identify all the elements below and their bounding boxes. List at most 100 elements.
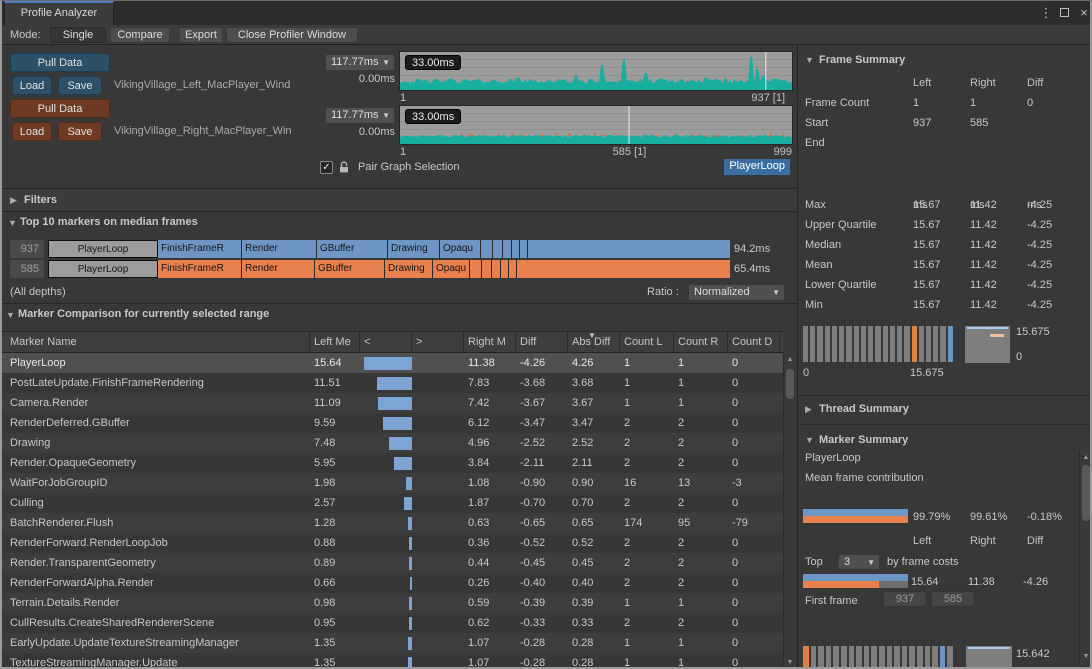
marker-segment[interactable] <box>493 240 503 258</box>
load-left-button[interactable]: Load <box>12 76 52 95</box>
marker-segment[interactable]: Render <box>242 240 317 258</box>
marker-segment[interactable]: FinishFrameR <box>158 240 242 258</box>
table-row[interactable]: RenderForward.RenderLoopJob 0.88 0.36 -0… <box>2 533 783 553</box>
first-frame-right-button[interactable]: 585 <box>931 591 975 607</box>
col-diff[interactable]: Diff <box>516 332 568 352</box>
marker-segment[interactable] <box>481 240 493 258</box>
left-median-value: 15.64 <box>310 353 360 373</box>
marker-segment[interactable] <box>520 240 528 258</box>
frame-number-right: 585 <box>10 260 44 278</box>
table-row[interactable]: Camera.Render 11.09 7.42 -3.67 3.67 1 1 … <box>2 393 783 413</box>
first-frame-left-button[interactable]: 937 <box>883 591 927 607</box>
mode-single-button[interactable]: Single <box>50 27 106 43</box>
load-right-button[interactable]: Load <box>12 122 52 141</box>
mode-compare-button[interactable]: Compare <box>110 27 170 43</box>
table-row[interactable]: BatchRenderer.Flush 1.28 0.63 -0.65 0.65… <box>2 513 783 533</box>
foldout-expanded-icon[interactable]: ▼ <box>6 310 15 320</box>
col-right-bar[interactable]: > <box>412 332 464 352</box>
marker-segment[interactable]: Opaqu <box>440 240 481 258</box>
table-row[interactable]: RenderDeferred.GBuffer 9.59 6.12 -3.47 3… <box>2 413 783 433</box>
table-row[interactable]: PlayerLoop 15.64 11.38 -4.26 4.26 1 1 0 <box>2 353 783 373</box>
marker-segment[interactable]: PlayerLoop <box>48 240 158 258</box>
top-n-dropdown[interactable]: 3▼ <box>838 554 880 570</box>
scrollbar-thumb[interactable] <box>786 369 794 399</box>
export-button[interactable]: Export <box>179 27 223 43</box>
maximize-icon[interactable] <box>1056 5 1072 21</box>
col-left-bar[interactable]: < <box>360 332 412 352</box>
left-median-value: 0.88 <box>310 533 360 553</box>
table-row[interactable]: Drawing 7.48 4.96 -2.52 2.52 2 2 0 <box>2 433 783 453</box>
frame-summary-col-headers: Left Right Diff <box>798 73 1092 93</box>
marker-summary-header[interactable]: ▼ Marker Summary <box>798 429 1092 451</box>
col-left-median[interactable]: Left Me <box>310 332 360 352</box>
tab-profile-analyzer[interactable]: Profile Analyzer <box>4 1 114 25</box>
marker-segment[interactable] <box>509 260 517 278</box>
table-row[interactable]: Culling 2.57 1.87 -0.70 0.70 2 2 0 <box>2 493 783 513</box>
marker-segment[interactable] <box>503 240 512 258</box>
left-frame-graph[interactable]: 33.00ms <box>399 51 793 91</box>
table-row[interactable]: PostLateUpdate.FinishFrameRendering 11.5… <box>2 373 783 393</box>
pair-graph-selection-checkbox[interactable]: ✓ <box>320 161 333 174</box>
marker-segment[interactable]: GBuffer <box>315 260 385 278</box>
left-median-bar <box>394 457 412 470</box>
thread-summary-header[interactable]: ▶ Thread Summary <box>798 395 1092 425</box>
marker-segment[interactable] <box>512 240 520 258</box>
foldout-expanded-icon[interactable]: ▼ <box>8 218 17 228</box>
close-icon[interactable]: × <box>1076 5 1092 21</box>
scrollbar-thumb[interactable] <box>1082 465 1090 521</box>
table-row[interactable]: Terrain.Details.Render 0.98 0.59 -0.39 0… <box>2 593 783 613</box>
left-median-value: 1.28 <box>310 513 360 533</box>
pull-data-left-button[interactable]: Pull Data <box>10 53 110 72</box>
filters-section[interactable]: ▶ Filters <box>2 188 797 212</box>
marker-segment[interactable]: Drawing <box>388 240 440 258</box>
col-count-diff[interactable]: Count D <box>728 332 780 352</box>
table-row[interactable]: TextureStreamingManager.Update 1.35 1.07… <box>2 653 783 669</box>
pull-data-right-button[interactable]: Pull Data <box>10 99 110 118</box>
close-profiler-window-button[interactable]: Close Profiler Window <box>226 27 358 43</box>
histogram-bar <box>879 646 885 669</box>
ratio-dropdown[interactable]: Normalized▼ <box>688 284 785 301</box>
table-row[interactable]: RenderForwardAlpha.Render 0.66 0.26 -0.4… <box>2 573 783 593</box>
marker-segment[interactable] <box>482 260 492 278</box>
marker-segment[interactable]: FinishFrameR <box>158 260 242 278</box>
frame-summary-header[interactable]: ▼ Frame Summary <box>798 49 1092 71</box>
scroll-up-icon[interactable]: ▲ <box>1080 452 1092 464</box>
kebab-menu-icon[interactable]: ⋮ <box>1038 5 1054 21</box>
summary-scrollbar[interactable]: ▲ ▼ <box>1079 451 1092 665</box>
table-row[interactable]: WaitForJobGroupID 1.98 1.08 -0.90 0.90 1… <box>2 473 783 493</box>
save-left-button[interactable]: Save <box>58 76 102 95</box>
left-range-dropdown[interactable]: 117.77ms▼ <box>325 54 395 71</box>
marker-segment[interactable]: Render <box>242 260 315 278</box>
table-row[interactable]: EarlyUpdate.UpdateTextureStreamingManage… <box>2 633 783 653</box>
scroll-down-icon[interactable]: ▼ <box>1080 651 1092 663</box>
marker-segment[interactable] <box>492 260 501 278</box>
col-right-median[interactable]: Right M <box>464 332 516 352</box>
right-bar-cell <box>412 393 464 413</box>
marker-segment[interactable]: GBuffer <box>317 240 388 258</box>
table-row[interactable]: Render.OpaqueGeometry 5.95 3.84 -2.11 2.… <box>2 453 783 473</box>
table-scrollbar[interactable]: ▲ ▼ <box>783 353 796 669</box>
count-right-value: 95 <box>674 513 728 533</box>
save-right-button[interactable]: Save <box>58 122 102 141</box>
col-marker-name[interactable]: Marker Name <box>2 332 310 352</box>
right-range-dropdown[interactable]: 117.77ms▼ <box>325 107 395 124</box>
right-frame-graph[interactable]: 33.00ms <box>399 105 793 145</box>
marker-segment[interactable]: Drawing <box>385 260 433 278</box>
count-diff-value: 0 <box>728 413 780 433</box>
marker-segment[interactable] <box>470 260 482 278</box>
marker-segment[interactable] <box>501 260 509 278</box>
table-row[interactable]: Render.TransparentGeometry 0.89 0.44 -0.… <box>2 553 783 573</box>
histogram-bar <box>856 646 862 669</box>
histogram-bar <box>897 326 902 362</box>
scroll-down-icon[interactable]: ▼ <box>784 657 796 669</box>
marker-segment[interactable]: Opaqu <box>433 260 470 278</box>
unlock-icon[interactable] <box>338 160 350 174</box>
marker-segment[interactable]: PlayerLoop <box>48 260 158 278</box>
col-right: Right <box>970 531 996 551</box>
col-count-right[interactable]: Count R <box>674 332 728 352</box>
col-count-left[interactable]: Count L <box>620 332 674 352</box>
scroll-up-icon[interactable]: ▲ <box>784 354 796 366</box>
histogram-bar <box>803 326 808 362</box>
table-row[interactable]: CullResults.CreateSharedRendererScene 0.… <box>2 613 783 633</box>
toolbar: Mode: Single Compare Export Close Profil… <box>2 25 1090 45</box>
